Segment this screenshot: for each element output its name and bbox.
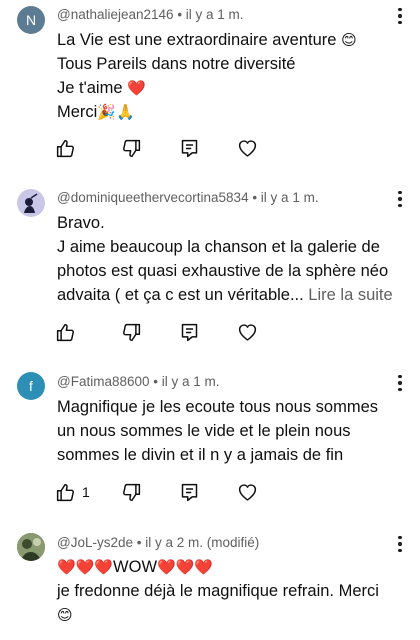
comment-meta: @JoL-ys2de • il y a 2 m. (modifié) (57, 535, 259, 550)
dislike-button[interactable] (121, 320, 179, 344)
reply-icon (181, 483, 198, 501)
avatar[interactable] (17, 189, 45, 217)
avatar[interactable]: f (17, 372, 45, 400)
comment-actions: 1 (55, 480, 258, 504)
comment-line: Merci (57, 103, 98, 121)
comment-text: Bravo. J aime beaucoup la chanson et la … (57, 211, 393, 307)
author-handle[interactable]: @Fatima88600 (57, 374, 150, 389)
comment-line: sommes le divin et il n y a jamais de fi… (57, 446, 344, 464)
comment-meta: @Fatima88600 • il y a 1 m. (57, 374, 220, 389)
smile-emoji: 😊 (57, 606, 73, 624)
comment-time: • il y a 1 m. (173, 7, 244, 22)
avatar-figure-icon (24, 193, 38, 213)
heart-emoji: ❤️ (127, 79, 146, 97)
author-handle[interactable]: @JoL-ys2de (57, 535, 133, 550)
thumbs-up-icon (56, 139, 74, 157)
like-count: 1 (82, 484, 90, 500)
comment-line: photos est quasi exhaustive de la sphère… (57, 262, 389, 280)
hearts-emoji: ❤️❤️❤️ (57, 558, 114, 576)
comment-time: • il y a 1 m. (248, 190, 319, 205)
like-button[interactable] (55, 136, 121, 160)
thumbs-down-icon (123, 323, 141, 341)
comment-actions (55, 320, 258, 344)
comment-time: • il y a 2 m. (modifié) (133, 535, 260, 550)
thumbs-down-icon (123, 483, 141, 501)
comment-actions (55, 136, 258, 160)
comment-line: un nous sommes le vide et le plein nous (57, 422, 351, 440)
avatar[interactable] (17, 533, 45, 561)
dislike-button[interactable] (121, 480, 179, 504)
read-more-link[interactable]: Lire la suite (304, 286, 392, 304)
smile-emoji: 😊 (341, 31, 357, 49)
heart-icon (238, 139, 257, 157)
comment-time: • il y a 1 m. (149, 374, 220, 389)
more-vert-icon[interactable] (394, 373, 406, 393)
comment-text: ❤️❤️❤️WOW❤️❤️❤️ je fredonne déjà le magn… (57, 555, 390, 627)
thumbs-down-icon (123, 139, 141, 157)
comment-line: advaita ( et ça c est un véritable... (57, 286, 304, 304)
reply-button[interactable] (179, 480, 237, 504)
reply-icon (181, 139, 198, 157)
more-vert-icon[interactable] (394, 6, 406, 26)
more-vert-icon[interactable] (394, 189, 406, 209)
like-button[interactable] (55, 320, 121, 344)
thumbs-up-icon (56, 323, 74, 341)
avatar[interactable]: N (17, 6, 45, 34)
author-handle[interactable]: @nathaliejean2146 (57, 7, 174, 22)
avatar-letter: N (25, 12, 37, 28)
more-vert-icon[interactable] (394, 534, 406, 554)
like-button[interactable]: 1 (55, 480, 121, 504)
heart-icon (238, 323, 257, 341)
author-handle[interactable]: @dominiqueethervecortina5834 (57, 190, 249, 205)
reply-button[interactable] (179, 320, 237, 344)
comment-line: Magnifique je les ecoute tous nous somme… (57, 398, 379, 416)
reply-icon (181, 323, 198, 341)
heart-icon (238, 483, 257, 501)
comment-line: Je t'aime (57, 79, 123, 97)
comment-line: Bravo. (57, 214, 105, 232)
heart-button[interactable] (237, 480, 258, 504)
comment-line: WOW (113, 558, 158, 576)
comment-line: J aime beaucoup la chanson et la galerie… (57, 238, 380, 256)
hearts-emoji: ❤️❤️❤️ (157, 558, 214, 576)
avatar-photo-icon (17, 533, 45, 561)
thumbs-up-icon (56, 483, 74, 501)
avatar-letter: f (29, 378, 33, 394)
comment-line: je fredonne déjà le magnifique refrain. … (57, 582, 379, 600)
comment-meta: @dominiqueethervecortina5834 • il y a 1 … (57, 190, 319, 205)
comment-meta: @nathaliejean2146 • il y a 1 m. (57, 7, 244, 22)
comment-text: La Vie est une extraordinaire aventure 😊… (57, 28, 390, 124)
comment-line: La Vie est une extraordinaire aventure (57, 31, 337, 49)
reply-button[interactable] (179, 136, 237, 160)
party-pray-emoji: 🎉🙏 (97, 103, 135, 121)
heart-button[interactable] (237, 136, 258, 160)
comment-line: Tous Pareils dans notre diversité (57, 55, 296, 73)
heart-button[interactable] (237, 320, 258, 344)
comment-text: Magnifique je les ecoute tous nous somme… (57, 395, 390, 467)
dislike-button[interactable] (121, 136, 179, 160)
